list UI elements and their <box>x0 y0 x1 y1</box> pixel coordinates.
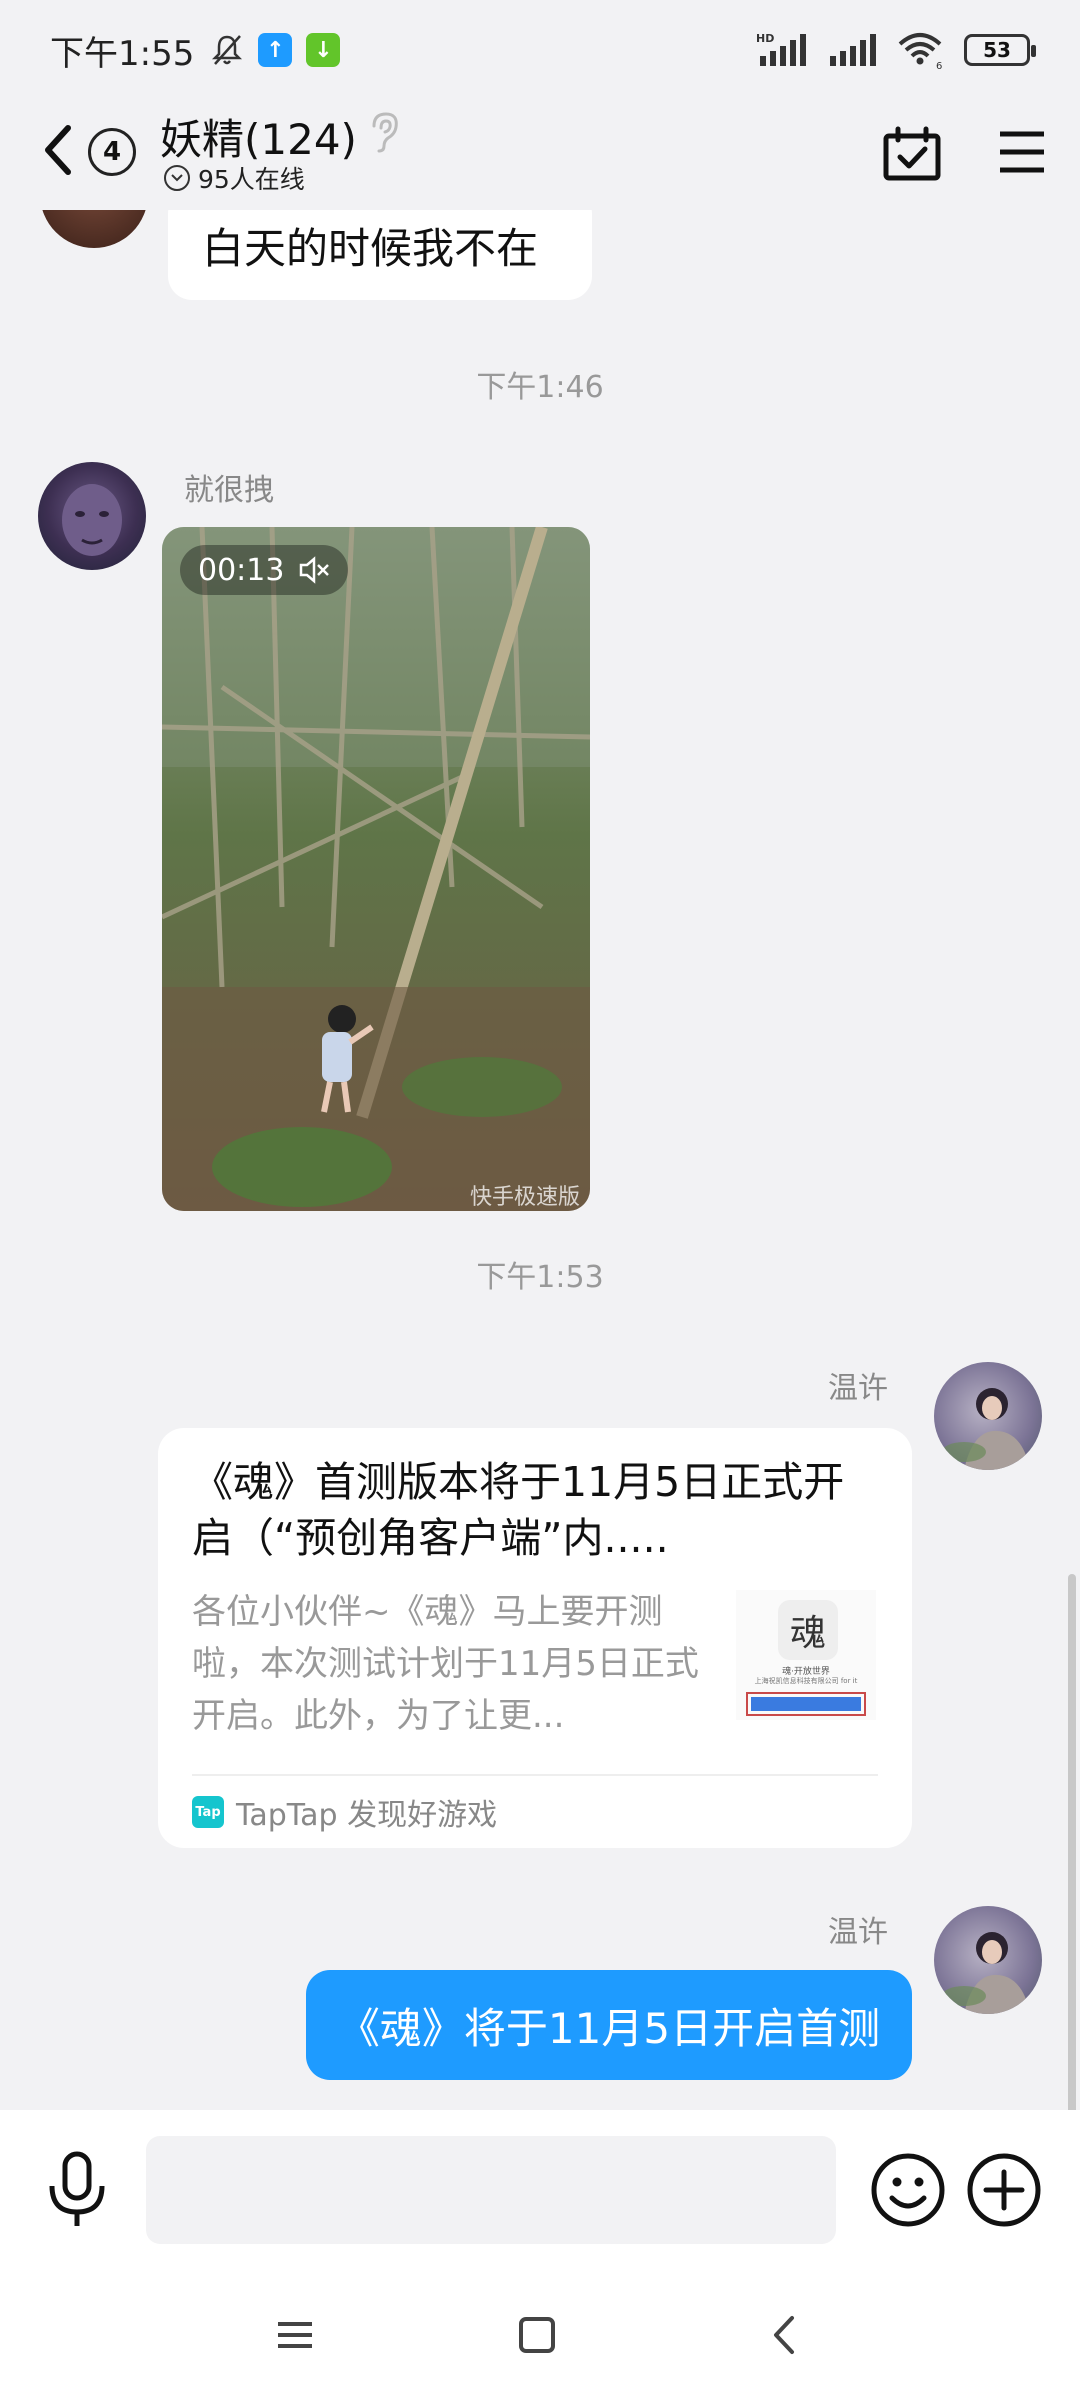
back-icon[interactable] <box>760 2310 810 2360</box>
text-message[interactable]: 白天的时候我不在 <box>168 210 592 300</box>
shared-link-card[interactable]: 《魂》首测版本将于11月5日正式开启（“预创角客户端”内..... 各位小伙伴~… <box>158 1428 912 1848</box>
home-icon[interactable] <box>512 2310 562 2360</box>
woman-avatar-icon <box>942 1932 1030 2014</box>
microphone-icon[interactable] <box>42 2150 112 2230</box>
chat-header: 4 妖精(124) 95人在线 <box>0 100 1080 210</box>
wifi-icon: 6 <box>898 33 942 70</box>
recent-apps-icon[interactable] <box>270 2310 320 2360</box>
scrollbar[interactable] <box>1068 1574 1076 2114</box>
plus-icon[interactable] <box>964 2150 1044 2230</box>
avatar[interactable] <box>934 1906 1042 2014</box>
emoji-icon[interactable] <box>868 2150 948 2230</box>
muted-speaker-icon <box>300 556 330 584</box>
download-app-icon: ↓ <box>306 33 341 67</box>
avatar[interactable] <box>934 1362 1042 1470</box>
timestamp: 下午1:53 <box>476 1260 604 1295</box>
svg-text:HD: HD <box>756 32 774 45</box>
card-source: Tap TapTap 发现好游戏 <box>192 1790 878 1834</box>
message-list[interactable]: 白天的时候我不在 下午1:46 就很拽 00:13 快手极速版 下午1:53 温… <box>0 210 1080 2110</box>
video-thumbnail <box>162 527 590 1211</box>
status-time: 下午1:55 <box>50 33 195 74</box>
cellular-signal-icon <box>830 34 876 66</box>
card-thumbnail: 魂 魂·开放世界 上海祝凯信息科技有限公司 for it <box>736 1590 876 1720</box>
svg-text:6: 6 <box>936 61 942 70</box>
upload-app-icon: ↑ <box>258 33 293 67</box>
avatar[interactable] <box>38 462 146 570</box>
sender-name: 温许 <box>828 1371 888 1406</box>
input-bar <box>0 2110 1080 2270</box>
woman-avatar-icon <box>942 1388 1030 1470</box>
taptap-icon: Tap <box>192 1796 224 1828</box>
calendar-check-icon[interactable] <box>882 126 942 182</box>
status-bar: 下午1:55 ↑ ↓ HD 6 53 <box>0 0 1080 100</box>
online-count[interactable]: 95人在线 <box>164 160 305 196</box>
video-duration: 00:13 <box>180 545 349 595</box>
card-description: 各位小伙伴~《魂》马上要开测啦，本次测试计划于11月5日正式开启。此外，为了让更… <box>192 1592 699 1736</box>
back-arrow-icon[interactable] <box>38 122 78 178</box>
ear-icon[interactable] <box>366 110 402 154</box>
cellular-signal-hd-icon: HD <box>756 32 806 66</box>
video-message[interactable]: 00:13 快手极速版 <box>162 527 590 1211</box>
game-logo: 魂 <box>778 1600 838 1660</box>
message-input[interactable] <box>146 2136 836 2244</box>
bell-muted-icon <box>212 35 243 65</box>
sent-text-message[interactable]: 《魂》将于11月5日开启首测 <box>306 1970 912 2080</box>
video-watermark: 快手极速版 <box>469 1185 580 1210</box>
sender-name: 温许 <box>828 1915 888 1950</box>
card-title: 《魂》首测版本将于11月5日正式开启（“预创角客户端”内..... <box>192 1458 845 1562</box>
group-title[interactable]: 妖精(124) <box>160 106 357 167</box>
unread-count-badge[interactable]: 4 <box>88 128 136 176</box>
avatar[interactable] <box>40 210 148 248</box>
battery-indicator: 53 <box>964 34 1036 66</box>
thanos-avatar-icon <box>62 484 122 556</box>
timestamp: 下午1:46 <box>476 370 604 405</box>
system-nav-bar <box>0 2270 1080 2400</box>
chevron-down-icon <box>164 165 190 191</box>
menu-icon[interactable] <box>998 130 1046 174</box>
sender-name: 就很拽 <box>184 473 274 508</box>
